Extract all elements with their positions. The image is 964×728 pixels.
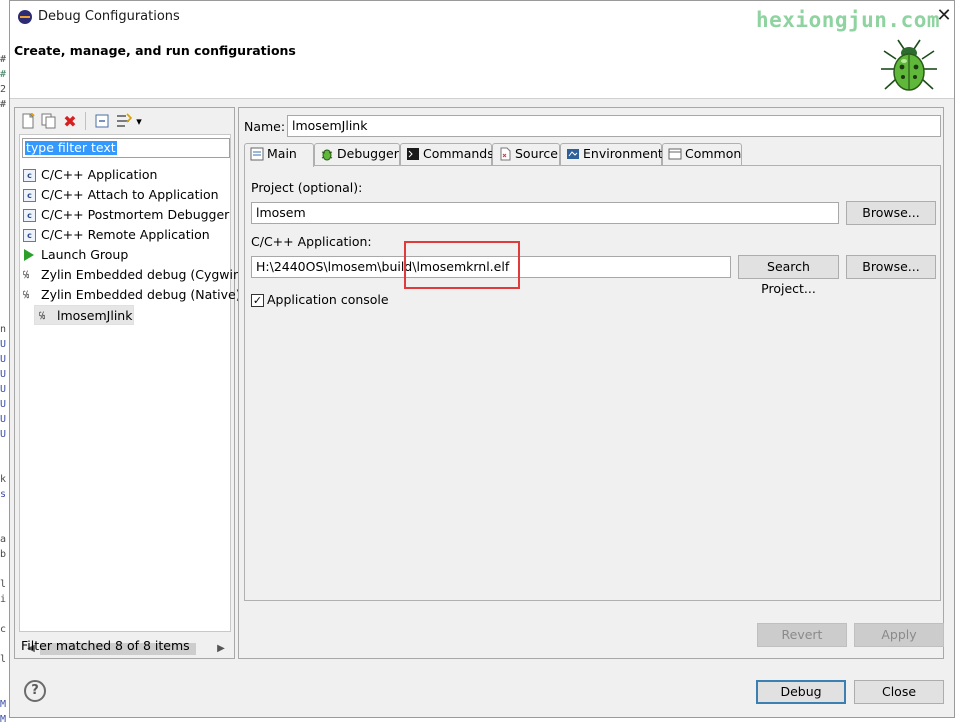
new-config-icon: [22, 113, 35, 129]
debug-button[interactable]: Debug: [756, 680, 846, 704]
tab-debugger[interactable]: Debugger: [314, 143, 400, 165]
zylin-icon: ℅: [23, 270, 29, 281]
search-project-button[interactable]: Search Project...: [738, 255, 839, 296]
filter-input[interactable]: type filter text: [22, 138, 230, 158]
bg-text: k: [0, 474, 7, 485]
terminal-icon: [407, 148, 419, 160]
bg-text: #: [0, 54, 7, 65]
eclipse-icon: [18, 10, 32, 24]
main-tab-content: Project (optional): lmosem Browse... C/C…: [244, 165, 941, 601]
debugger-bug-icon: [321, 149, 333, 161]
collapse-all-button[interactable]: [93, 112, 111, 130]
bg-text: n: [0, 324, 7, 335]
zylin-config-icon: ℅: [39, 311, 45, 322]
bg-text: #: [0, 69, 7, 80]
help-icon[interactable]: ?: [24, 680, 46, 702]
bg-text: 2: [0, 84, 7, 95]
tab-common[interactable]: Common: [662, 143, 742, 165]
tab-environment[interactable]: Environment: [560, 143, 663, 165]
header-title: Create, manage, and run configurations: [14, 43, 296, 58]
project-browse-button[interactable]: Browse...: [846, 201, 936, 225]
bg-text: l: [0, 654, 7, 665]
application-browse-button[interactable]: Browse...: [846, 255, 936, 279]
application-console-checkbox[interactable]: ✓: [251, 294, 264, 307]
configuration-tree: type filter text c C/C++ Application c C…: [19, 134, 246, 657]
c-postmortem-icon: c: [23, 209, 36, 222]
watermark-text: hexiongjun.com: [756, 8, 941, 32]
bg-text: M: [0, 714, 7, 725]
view-menu-dropdown[interactable]: ▾: [133, 112, 145, 130]
bg-text: i: [0, 594, 7, 605]
bg-text: l: [0, 579, 7, 590]
filter-status: Filter matched 8 of 8 items: [21, 638, 190, 653]
debug-configurations-dialog: Debug Configurations ✕ Create, manage, a…: [9, 0, 955, 718]
name-label: Name:: [244, 119, 286, 134]
bg-text: b: [0, 549, 7, 560]
bg-text: M: [0, 699, 7, 710]
bg-text: #: [0, 99, 7, 110]
scroll-right-arrow[interactable]: ▶: [214, 641, 228, 657]
tab-source[interactable]: Source: [492, 143, 560, 165]
delete-config-button[interactable]: ✖: [61, 111, 79, 131]
bg-text: U: [0, 414, 7, 425]
project-input[interactable]: lmosem: [251, 202, 839, 224]
c-attach-icon: c: [23, 189, 36, 202]
toolbar-separator: [85, 112, 86, 130]
configuration-editor-panel: Name: lmosemJlink Main Debugger Commands…: [238, 107, 944, 659]
bg-text: a: [0, 534, 7, 545]
filter-icon: [117, 113, 132, 127]
highlight-annotation-box: [404, 241, 520, 289]
configuration-list-panel: ✖ ▾ type filter text c C/C++ Application…: [14, 107, 246, 659]
bg-text: U: [0, 399, 7, 410]
bg-text: U: [0, 384, 7, 395]
common-icon: [668, 148, 682, 160]
c-remote-icon: c: [23, 229, 36, 242]
application-label: C/C++ Application:: [251, 234, 372, 249]
close-button[interactable]: Close: [854, 680, 944, 704]
window-title: Debug Configurations: [38, 9, 180, 24]
bg-text: U: [0, 429, 7, 440]
tree-item-lmosemjlink[interactable]: ℅ lmosemJlink: [34, 305, 134, 325]
apply-button[interactable]: Apply: [854, 623, 944, 647]
project-label: Project (optional):: [251, 180, 363, 195]
dialog-header: Create, manage, and run configurations h…: [10, 8, 954, 99]
config-name-input[interactable]: lmosemJlink: [287, 115, 941, 137]
bg-text: s: [0, 489, 7, 500]
tab-commands[interactable]: Commands: [400, 143, 494, 165]
bg-text: U: [0, 369, 7, 380]
application-console-label: Application console: [267, 292, 389, 307]
new-config-button[interactable]: [19, 112, 37, 130]
filter-placeholder-text: type filter text: [25, 140, 117, 155]
duplicate-config-button[interactable]: [39, 112, 57, 130]
duplicate-icon: [41, 113, 55, 129]
revert-button[interactable]: Revert: [757, 623, 847, 647]
main-tab-icon: [250, 147, 264, 161]
c-app-icon: c: [23, 169, 36, 182]
bg-text: c: [0, 624, 7, 635]
zylin-icon: ℅: [23, 290, 29, 301]
source-icon: [500, 147, 511, 161]
launch-group-icon: [24, 249, 34, 261]
tab-main[interactable]: Main: [244, 143, 314, 167]
bg-text: U: [0, 339, 7, 350]
config-tabs: Main Debugger Commands Source Environmen…: [244, 143, 944, 167]
collapse-all-icon: [95, 114, 109, 128]
bg-text: U: [0, 354, 7, 365]
debug-bug-icon: [881, 39, 937, 91]
filter-button[interactable]: [115, 112, 133, 130]
delete-icon: ✖: [63, 111, 77, 131]
config-toolbar: ✖ ▾: [15, 108, 234, 134]
environment-icon: [567, 149, 579, 159]
